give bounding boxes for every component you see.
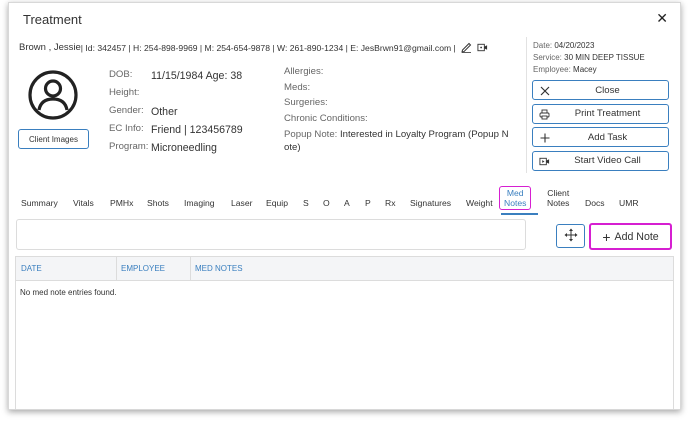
print-treatment-button[interactable]: Print Treatment (532, 103, 669, 124)
dialog-title: Treatment (23, 12, 82, 27)
notes-search-input[interactable] (16, 219, 526, 250)
edit-icon[interactable] (461, 42, 472, 53)
patient-header-line: Brown , Jessie | Id: 342457 | H: 254-898… (19, 42, 488, 53)
dialog-close-icon[interactable]: ✕ (656, 10, 668, 27)
treatment-dialog: Treatment ✕ Brown , Jessie | Id: 342457 … (8, 2, 681, 410)
date-value: 04/20/2023 (554, 41, 595, 50)
column-header-med-notes[interactable]: MED NOTES (190, 257, 243, 281)
tab-equip[interactable]: Equip (266, 198, 288, 208)
patient-name[interactable]: Brown , Jessie (19, 42, 81, 53)
tab-docs[interactable]: Docs (585, 198, 605, 208)
action-buttons: Close Print Treatment Add Task Start Vid… (532, 80, 669, 174)
add-task-label: Add Task (587, 131, 628, 143)
add-note-button[interactable]: + Add Note (589, 223, 672, 250)
active-tab-indicator (501, 213, 538, 215)
start-video-call-button[interactable]: Start Video Call (532, 150, 669, 171)
patient-contact-details: | Id: 342457 | H: 254-898-9969 | M: 254-… (80, 42, 456, 53)
popup-note: Popup Note: Interested in Loyalty Progra… (284, 128, 516, 154)
tab-client-notes-line1: Client (547, 188, 570, 198)
treatment-tabs: Summary Vitals PMHx Shots Imaging Laser … (9, 186, 680, 214)
patient-info-labels: DOB: Height: Gender: EC Info: Program: (109, 66, 148, 156)
close-icon (539, 85, 550, 96)
ec-info-value: Friend | 123456789 (151, 124, 243, 136)
column-header-employee[interactable]: EMPLOYEE (116, 257, 165, 281)
print-treatment-label: Print Treatment (574, 108, 641, 119)
video-camera-icon (539, 156, 550, 167)
table-header: DATE EMPLOYEE MED NOTES (16, 257, 673, 281)
tab-weight[interactable]: Weight (466, 198, 493, 208)
tab-pmhx[interactable]: PMHx (110, 198, 133, 208)
tab-shots[interactable]: Shots (147, 198, 169, 208)
allergies-label: Allergies: (284, 66, 324, 77)
service-label: Service: (533, 53, 562, 62)
empty-table-message: No med note entries found. (20, 288, 117, 297)
tab-p[interactable]: P (365, 198, 371, 208)
gender-label: Gender: (109, 105, 144, 116)
height-value (151, 85, 243, 103)
tab-laser[interactable]: Laser (231, 198, 253, 208)
add-note-label: Add Note (614, 230, 659, 243)
patient-info-values: 11/15/1984 Age: 38 Other Friend | 123456… (151, 67, 243, 157)
employee-value: Macey (573, 65, 597, 74)
tab-med-notes-line1: Med (506, 188, 524, 198)
start-video-call-label: Start Video Call (574, 155, 641, 166)
meds-label: Meds: (284, 81, 311, 93)
tab-s[interactable]: S (303, 198, 309, 208)
move-button[interactable] (556, 224, 585, 248)
med-notes-table: DATE EMPLOYEE MED NOTES No med note entr… (15, 256, 674, 409)
tab-imaging[interactable]: Imaging (184, 198, 215, 208)
tab-client-notes-line2: Notes (547, 198, 570, 208)
appointment-info: Date: 04/20/2023 Service: 30 MIN DEEP TI… (533, 40, 645, 76)
program-value: Microneedling (151, 142, 217, 154)
height-label: Height: (109, 87, 140, 98)
tab-client-notes[interactable]: Client Notes (547, 188, 569, 208)
tab-o[interactable]: O (323, 198, 330, 208)
tab-summary[interactable]: Summary (21, 198, 58, 208)
add-note-plus-icon: + (602, 228, 611, 245)
service-value: 30 MIN DEEP TISSUE (564, 53, 645, 62)
surgeries-label: Surgeries: (284, 97, 328, 108)
tab-a[interactable]: A (344, 198, 350, 208)
column-header-date[interactable]: DATE (16, 257, 42, 281)
tab-med-notes-line2: Notes (504, 198, 527, 208)
header-divider (526, 37, 527, 173)
tab-vitals[interactable]: Vitals (73, 198, 94, 208)
avatar-icon (27, 69, 79, 121)
video-call-icon[interactable] (477, 42, 488, 53)
close-button[interactable]: Close (532, 80, 669, 100)
plus-icon (539, 132, 550, 143)
employee-label: Employee: (533, 65, 571, 74)
dob-value: 11/15/1984 Age: 38 (151, 70, 243, 82)
tab-med-notes[interactable]: Med Notes (499, 186, 532, 210)
add-task-button[interactable]: Add Task (532, 127, 669, 147)
tab-rx[interactable]: Rx (385, 198, 396, 208)
program-label: Program: (109, 141, 149, 152)
close-button-label: Close (595, 84, 620, 96)
medical-summary: Allergies: Meds: Surgeries: Chronic Cond… (284, 64, 516, 154)
dob-label: DOB: (109, 69, 133, 80)
tab-umr[interactable]: UMR (619, 198, 639, 208)
client-images-button[interactable]: Client Images (18, 129, 89, 149)
ec-info-label: EC Info: (109, 123, 144, 134)
chronic-conditions-label: Chronic Conditions: (284, 112, 368, 124)
tab-signatures[interactable]: Signatures (410, 198, 451, 208)
date-label: Date: (533, 41, 553, 50)
gender-value: Other (151, 106, 178, 118)
move-arrows-icon (564, 228, 578, 245)
printer-icon (539, 109, 550, 120)
popup-note-label: Popup Note: (284, 129, 338, 140)
